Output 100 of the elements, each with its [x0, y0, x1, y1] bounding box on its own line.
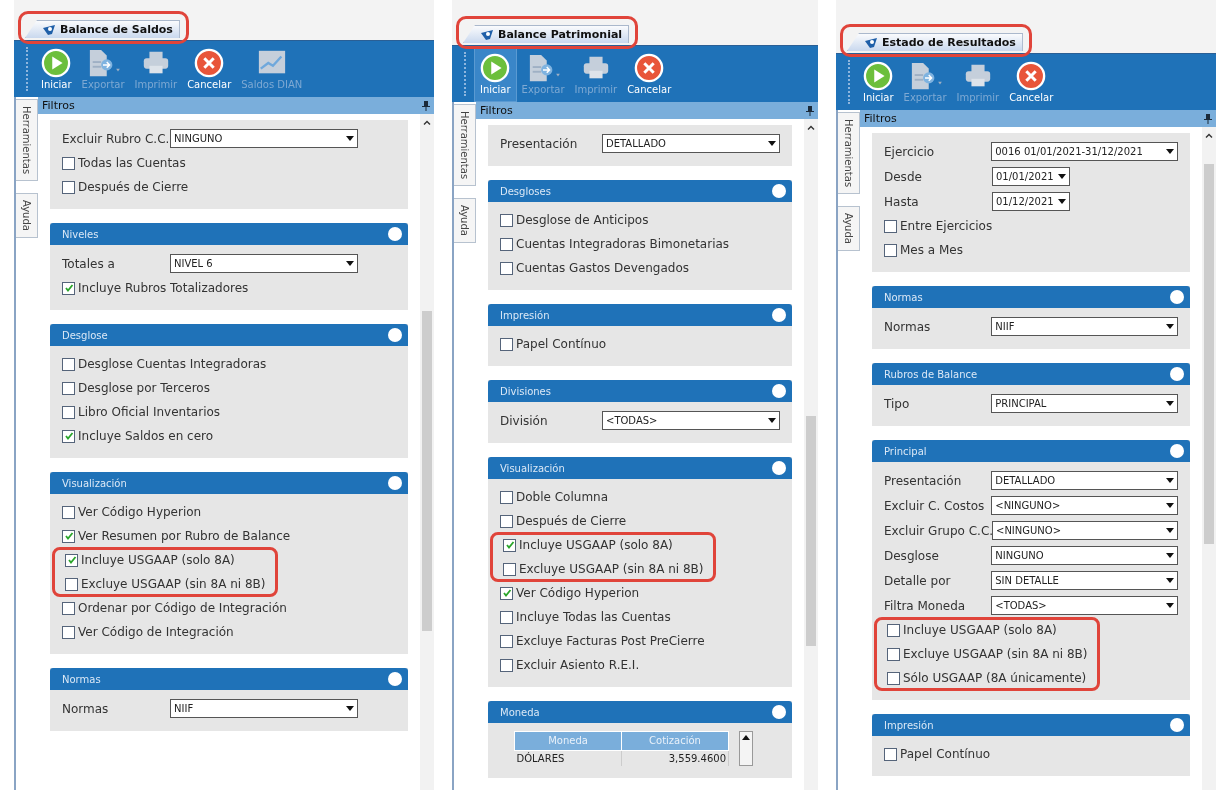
- checkbox-option[interactable]: Excluye USGAAP (sin 8A ni 8B): [503, 559, 704, 579]
- collapse-button[interactable]: [772, 384, 786, 398]
- play-button[interactable]: Iniciar: [474, 46, 517, 102]
- checkbox[interactable]: [62, 180, 75, 194]
- cancel-button[interactable]: Cancelar: [182, 41, 237, 97]
- pin-icon[interactable]: [806, 105, 814, 116]
- checkbox[interactable]: [62, 156, 75, 170]
- document-tab[interactable]: Estado de Resultados: [847, 33, 1023, 51]
- checkbox-option[interactable]: Excluye USGAAP (sin 8A ni 8B): [887, 644, 1088, 664]
- checkbox[interactable]: [500, 213, 513, 227]
- checkbox[interactable]: [500, 634, 513, 648]
- checkbox[interactable]: [503, 538, 516, 552]
- checkbox[interactable]: [62, 281, 75, 295]
- section-header[interactable]: Visualización: [50, 472, 408, 494]
- collapse-button[interactable]: [1170, 290, 1184, 304]
- collapse-button[interactable]: [388, 328, 402, 342]
- checkbox-option[interactable]: Ver Código Hyperion: [500, 583, 780, 603]
- checkbox-option[interactable]: Doble Columna: [500, 487, 780, 507]
- cancel-button[interactable]: Cancelar: [1004, 54, 1059, 110]
- section-header[interactable]: Niveles: [50, 223, 408, 245]
- checkbox-option[interactable]: Después de Cierre: [62, 177, 396, 197]
- checkbox[interactable]: [884, 243, 897, 257]
- checkbox[interactable]: [500, 490, 513, 504]
- checkbox[interactable]: [503, 562, 516, 576]
- checkbox[interactable]: [884, 219, 897, 233]
- checkbox[interactable]: [62, 625, 75, 639]
- dropdown-field[interactable]: 0016 01/01/2021-31/12/2021: [991, 142, 1178, 161]
- collapse-button[interactable]: [1170, 444, 1184, 458]
- scroll-thumb[interactable]: [422, 311, 432, 631]
- checkbox-option[interactable]: Papel Contínuo: [500, 334, 780, 354]
- chevron-up-icon[interactable]: [807, 125, 815, 130]
- checkbox-option[interactable]: Excluye USGAAP (sin 8A ni 8B): [65, 574, 266, 594]
- dropdown-field[interactable]: <NINGUNO>: [991, 496, 1178, 515]
- dropdown-field[interactable]: <TODAS>: [602, 411, 780, 430]
- checkbox[interactable]: [65, 577, 78, 591]
- dropdown-field[interactable]: NIIF: [170, 699, 358, 718]
- dropdown-field[interactable]: SIN DETALLE: [991, 571, 1178, 590]
- checkbox-option[interactable]: Ver Código de Integración: [62, 622, 396, 642]
- checkbox-option[interactable]: Desglose de Anticipos: [500, 210, 780, 230]
- checkbox[interactable]: [500, 337, 513, 351]
- section-header[interactable]: Desglose: [50, 324, 408, 346]
- checkbox-option[interactable]: Incluye Todas las Cuentas: [500, 607, 780, 627]
- cancel-button[interactable]: Cancelar: [622, 46, 677, 102]
- checkbox-option[interactable]: Libro Oficial Inventarios: [62, 402, 396, 422]
- scroll-thumb[interactable]: [1204, 164, 1214, 544]
- scrollbar[interactable]: [1202, 127, 1216, 790]
- checkbox-option[interactable]: Ver Código Hyperion: [62, 502, 396, 522]
- section-header[interactable]: Normas: [50, 668, 408, 690]
- side-tab[interactable]: Ayuda: [454, 198, 476, 244]
- scrollbar[interactable]: [420, 114, 434, 790]
- checkbox-option[interactable]: Excluir Asiento R.E.I.: [500, 655, 780, 675]
- chevron-up-icon[interactable]: [1205, 133, 1213, 138]
- section-header[interactable]: Impresión: [488, 304, 792, 326]
- dropdown-field[interactable]: 01/12/2021: [992, 192, 1070, 211]
- checkbox-option[interactable]: Incluye USGAAP (solo 8A): [65, 550, 266, 570]
- checkbox[interactable]: [887, 647, 900, 661]
- dropdown-field[interactable]: DETALLADO: [991, 471, 1178, 490]
- checkbox[interactable]: [65, 553, 78, 567]
- dropdown-field[interactable]: NINGUNO: [170, 129, 358, 148]
- checkbox[interactable]: [884, 747, 897, 761]
- checkbox[interactable]: [500, 261, 513, 275]
- dropdown-field[interactable]: NIIF: [991, 317, 1178, 336]
- checkbox-option[interactable]: Ordenar por Código de Integración: [62, 598, 396, 618]
- checkbox[interactable]: [62, 505, 75, 519]
- pin-icon[interactable]: [422, 100, 430, 111]
- checkbox[interactable]: [887, 671, 900, 685]
- collapse-button[interactable]: [388, 227, 402, 241]
- dropdown-field[interactable]: DETALLADO: [602, 134, 780, 153]
- collapse-button[interactable]: [772, 705, 786, 719]
- side-tab[interactable]: Herramientas: [16, 99, 38, 182]
- checkbox-option[interactable]: Cuentas Gastos Devengados: [500, 258, 780, 278]
- section-header[interactable]: Principal: [872, 440, 1190, 462]
- collapse-button[interactable]: [772, 184, 786, 198]
- checkbox[interactable]: [500, 610, 513, 624]
- section-header[interactable]: Impresión: [872, 714, 1190, 736]
- checkbox[interactable]: [500, 514, 513, 528]
- play-button[interactable]: Iniciar: [858, 54, 899, 110]
- checkbox[interactable]: [62, 405, 75, 419]
- document-tab[interactable]: Balance de Saldos: [25, 20, 180, 38]
- dropdown-field[interactable]: <NINGUNO>: [992, 521, 1178, 540]
- collapse-button[interactable]: [1170, 367, 1184, 381]
- side-tab[interactable]: Ayuda: [16, 193, 38, 239]
- scrollbar[interactable]: [804, 119, 818, 790]
- dropdown-field[interactable]: PRINCIPAL: [991, 394, 1178, 413]
- table-scrollbar[interactable]: [739, 731, 753, 766]
- section-header[interactable]: Rubros de Balance: [872, 363, 1190, 385]
- checkbox-option[interactable]: Incluye Saldos en cero: [62, 426, 396, 446]
- checkbox-option[interactable]: Desglose Cuentas Integradoras: [62, 354, 396, 374]
- side-tab[interactable]: Ayuda: [838, 206, 860, 252]
- dropdown-field[interactable]: NIVEL 6: [170, 254, 358, 273]
- play-button[interactable]: Iniciar: [36, 41, 77, 97]
- checkbox-option[interactable]: Todas las Cuentas: [62, 153, 396, 173]
- collapse-button[interactable]: [388, 672, 402, 686]
- section-header[interactable]: Visualización: [488, 457, 792, 479]
- checkbox[interactable]: [500, 237, 513, 251]
- chevron-up-icon[interactable]: [423, 120, 431, 125]
- document-tab[interactable]: Balance Patrimonial: [463, 25, 630, 43]
- scroll-thumb[interactable]: [806, 416, 816, 646]
- checkbox-option[interactable]: Ver Resumen por Rubro de Balance: [62, 526, 396, 546]
- collapse-button[interactable]: [772, 461, 786, 475]
